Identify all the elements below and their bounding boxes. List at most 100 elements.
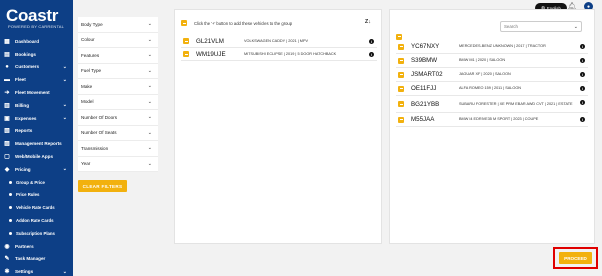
customers-icon: ●	[5, 63, 9, 70]
logo-subtext: POWERED BY CARRENTAL	[8, 24, 65, 29]
chevron-down-icon: ⌄	[147, 67, 152, 74]
vehicle-row[interactable]: BG21YBB SUBARU FORESTER | XE PRM EBAR AWD…	[396, 96, 588, 113]
pricing-icon: ◆	[4, 166, 10, 173]
vehicle-row[interactable]: YC67NXY MERCEDES-BENZ UNKNOWN | 2017 | TR…	[396, 40, 588, 54]
vehicle-checkbox[interactable]	[398, 57, 404, 64]
vehicle-checkbox[interactable]	[398, 101, 404, 107]
info-icon[interactable]: i	[580, 58, 585, 63]
filter-fuel-type[interactable]: Fuel Type ⌄	[78, 64, 158, 79]
sidebar-item-billing[interactable]: ▥ Billing ⌄	[0, 99, 73, 112]
sidebar-item-task-manager[interactable]: ✎ Task Manager	[0, 253, 73, 266]
sidebar-item-pricing[interactable]: ◆ Pricing ⌄	[0, 163, 73, 176]
billing-icon: ▥	[4, 102, 10, 109]
sidebar-item-label: Fleet Movement	[15, 90, 50, 96]
vehicle-row[interactable]: M55JAA BMW I4 EDRIVE35 M SPORT | 2023 | C…	[396, 113, 588, 127]
select-all-group-checkbox[interactable]	[396, 33, 402, 40]
sidebar-subitem-group-price[interactable]: Group & Price	[0, 176, 73, 189]
chevron-down-icon: ⌄	[147, 36, 152, 43]
info-icon[interactable]: i	[580, 100, 585, 105]
bullet-icon	[9, 219, 12, 223]
filter-colour[interactable]: Colour ⌄	[78, 33, 158, 48]
filter-make[interactable]: Make ⌄	[78, 79, 158, 95]
vehicle-plate: JSMART02	[411, 71, 443, 78]
task-manager-icon: ✎	[4, 256, 10, 263]
vehicle-checkbox[interactable]	[398, 85, 404, 92]
sidebar-subitem-subscription-plans[interactable]: Subscription Plans	[0, 227, 73, 240]
filter-features[interactable]: Features ⌄	[78, 48, 158, 64]
sidebar-item-fleet-movement[interactable]: ➔ Fleet Movement	[0, 86, 73, 99]
sidebar-item-partners[interactable]: ◉ Partners	[0, 240, 73, 253]
sidebar-item-bookings[interactable]: ▤ Bookings	[0, 48, 73, 61]
fleet-icon: ▬	[4, 76, 10, 83]
filter-body-type[interactable]: Body Type ⌄	[78, 17, 158, 33]
info-icon[interactable]: i	[580, 117, 585, 122]
chevron-down-icon: ⌄	[147, 160, 152, 167]
chevron-down-icon: ⌄	[147, 52, 152, 59]
vehicle-checkbox[interactable]	[183, 51, 189, 57]
chevron-down-icon: ⌄	[147, 98, 152, 105]
info-icon[interactable]: i	[369, 52, 374, 57]
search-select[interactable]: Search ⌄	[500, 21, 582, 32]
vehicle-row[interactable]: GL21VLM VOLKSWAGEN CADDY | 2021 | MPV i	[181, 35, 377, 48]
sidebar-subitem-price-rules[interactable]: Price Rules	[0, 189, 73, 202]
info-icon[interactable]: i	[580, 86, 585, 91]
partners-icon: ◉	[4, 243, 10, 250]
filter-number-of-seats[interactable]: Number Of Seats ⌄	[78, 126, 158, 141]
vehicle-checkbox[interactable]	[398, 43, 404, 50]
management-reports-icon: ▨	[4, 141, 10, 148]
vehicle-description: ALFA ROMEO 159 | 2011 | SALOON	[459, 86, 522, 91]
proceed-button[interactable]: PROCEED	[559, 252, 592, 264]
info-icon[interactable]: i	[580, 44, 585, 49]
vehicle-plate: M55JAA	[411, 116, 435, 123]
chevron-down-icon: ⌄	[62, 102, 67, 109]
vehicle-plate: WM19UJE	[196, 50, 226, 58]
bullet-icon	[9, 231, 12, 235]
filter-year[interactable]: Year ⌄	[78, 157, 158, 172]
sidebar-subitem-addon-rate-cards[interactable]: Addon Rate Cards	[0, 214, 73, 227]
sidebar-item-label: Management Reports	[15, 141, 62, 147]
vehicle-row[interactable]: S39BMW BMW M1 | 2020 | SALOON i	[396, 54, 588, 68]
vehicle-checkbox[interactable]	[398, 71, 404, 78]
sidebar-item-label: Fleet	[15, 77, 26, 83]
sort-icon[interactable]: Z↓	[365, 19, 371, 25]
select-all-checkbox[interactable]	[181, 20, 187, 26]
filter-label: Number Of Seats	[81, 130, 117, 136]
filter-model[interactable]: Model ⌄	[78, 95, 158, 110]
sidebar-item-label: Partners	[15, 243, 34, 249]
available-header: Click the '+' button to add these vehicl…	[181, 19, 377, 27]
sidebar-item-label: Customers	[15, 64, 39, 70]
sidebar-item-management-reports[interactable]: ▨ Management Reports	[0, 137, 73, 150]
bullet-icon	[9, 180, 12, 184]
filter-transmission[interactable]: Transmission ⌄	[78, 141, 158, 157]
chevron-down-icon: ⌄	[62, 76, 67, 83]
app-logo[interactable]: Coastr POWERED BY CARRENTAL	[6, 6, 64, 29]
clear-filters-button[interactable]: CLEAR FILTERS	[78, 180, 127, 192]
vehicle-checkbox[interactable]	[183, 38, 189, 44]
sidebar-item-reports[interactable]: ▧ Reports	[0, 125, 73, 138]
sidebar-item-dashboard[interactable]: ▦ Dashboard	[0, 35, 73, 48]
sidebar-item-label: Expenses	[15, 115, 37, 121]
vehicle-row[interactable]: OE11FJJ ALFA ROMEO 159 | 2011 | SALOON i	[396, 82, 588, 96]
filter-label: Fuel Type	[81, 68, 102, 74]
filter-label: Number Of Doors	[81, 114, 117, 120]
vehicle-row[interactable]: WM19UJE MITSUBISHI ECLIPSE | 2019 | 5 DOO…	[181, 48, 377, 61]
filter-label: Body Type	[81, 21, 103, 27]
sidebar-item-customers[interactable]: ● Customers ⌄	[0, 61, 73, 74]
bookings-icon: ▤	[4, 51, 10, 58]
sidebar-item-settings[interactable]: ✱ Settings ⌄	[0, 265, 73, 276]
info-icon[interactable]: i	[369, 39, 374, 44]
add-hint: Click the '+' button to add these vehicl…	[194, 20, 293, 26]
chevron-down-icon: ⌄	[62, 268, 67, 275]
sidebar-item-label: Bookings	[15, 51, 36, 57]
sidebar-item-fleet[interactable]: ▬ Fleet ⌄	[0, 73, 73, 86]
filter-label: Transmission	[81, 145, 109, 151]
bullet-icon	[9, 193, 12, 197]
sidebar-item-web-mobile-apps[interactable]: ▢ Web/Mobile Apps	[0, 150, 73, 163]
filter-number-of-doors[interactable]: Number Of Doors ⌄	[78, 110, 158, 126]
info-icon[interactable]: i	[580, 72, 585, 77]
sidebar-item-expenses[interactable]: ▣ Expenses ⌄	[0, 112, 73, 125]
vehicle-checkbox[interactable]	[398, 116, 404, 123]
sidebar-subitem-vehicle-rate-cards[interactable]: Vehicle Rate Cards	[0, 201, 73, 214]
fleet-movement-icon: ➔	[4, 90, 10, 97]
vehicle-row[interactable]: JSMART02 JAGUAR XF | 2020 | SALOON i	[396, 68, 588, 82]
